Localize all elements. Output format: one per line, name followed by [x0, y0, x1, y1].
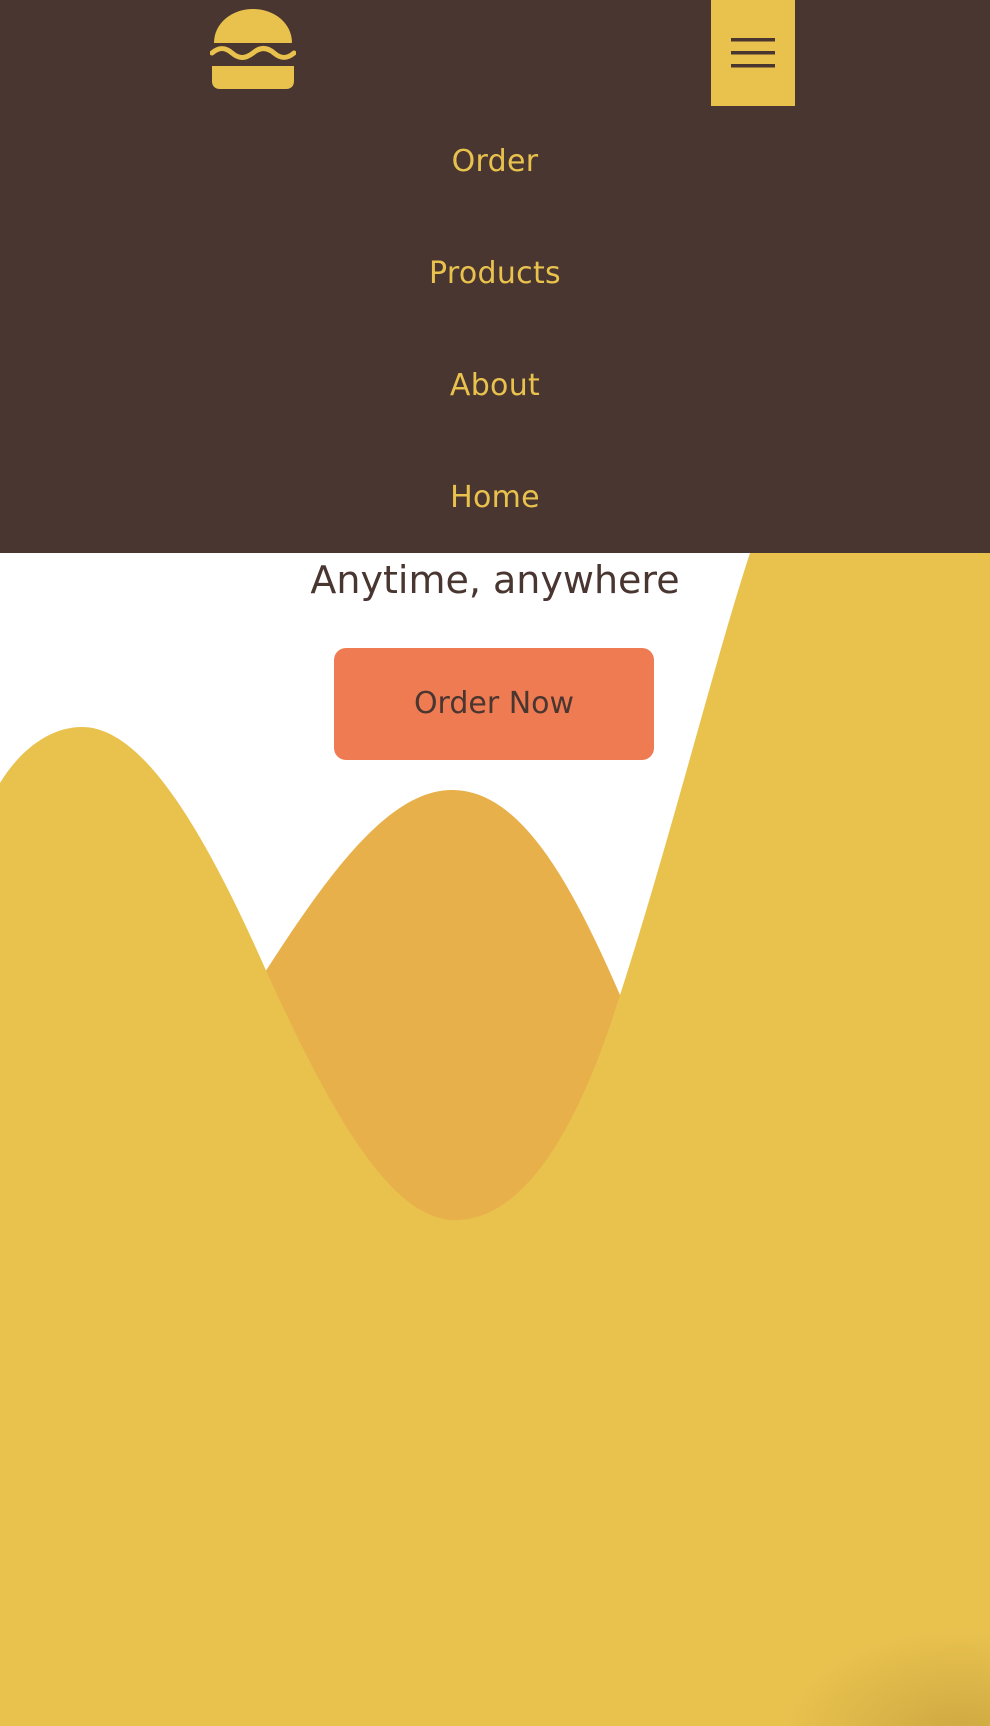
- nav-item-about[interactable]: About: [0, 366, 990, 406]
- hero-tagline: Anytime, anywhere: [310, 558, 680, 602]
- nav-item-order[interactable]: Order: [0, 142, 990, 182]
- nav-item-products[interactable]: Products: [0, 254, 990, 294]
- site-header: Order Products About Home: [0, 0, 990, 553]
- hamburger-menu-icon: [731, 38, 775, 68]
- menu-toggle-button[interactable]: [711, 0, 795, 106]
- nav-item-home[interactable]: Home: [0, 478, 990, 518]
- burger-icon[interactable]: [210, 9, 296, 89]
- order-now-button[interactable]: Order Now: [334, 648, 654, 760]
